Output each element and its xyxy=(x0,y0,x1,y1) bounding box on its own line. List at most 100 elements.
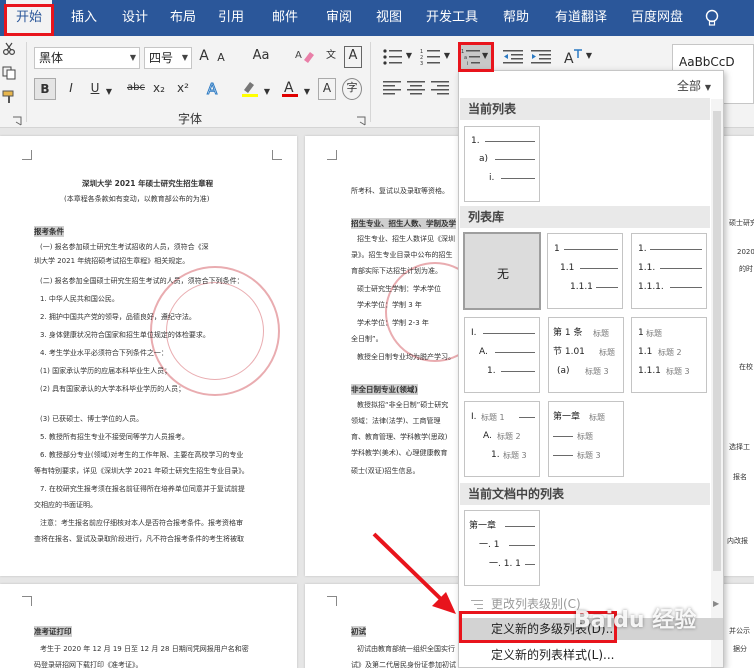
underline-button[interactable]: U xyxy=(86,78,104,100)
bullets-icon[interactable] xyxy=(382,48,404,66)
doc-title: 深圳大学 2021 年硕士研究生招生章程 xyxy=(82,179,214,188)
list-style-decimal-dotted[interactable]: 1. 1.1. 1.1.1. xyxy=(631,233,707,309)
numbering-icon[interactable]: 1 2 3 xyxy=(420,48,442,66)
list-style-article-section[interactable]: 第 1 条 标题 节 1.01 标题 (a) 标题 3 xyxy=(548,317,624,393)
page-corner-mark xyxy=(22,150,32,160)
tab-view[interactable]: 视图 xyxy=(366,0,412,36)
font-size-box[interactable]: 四号 ▼ xyxy=(144,47,192,69)
list-style-heading-decimal[interactable]: 1 标题 1.1 标题 2 1.1.1 标题 3 xyxy=(631,317,707,393)
superscript-button[interactable]: x² xyxy=(174,78,192,100)
text-effects-icon[interactable]: A xyxy=(204,78,224,99)
chevron-down-icon[interactable]: ▼ xyxy=(262,82,272,104)
format-painter-icon[interactable] xyxy=(2,90,16,104)
clipboard-launcher-icon[interactable] xyxy=(12,116,22,126)
increase-indent-icon[interactable] xyxy=(530,48,552,66)
list-filter[interactable]: 全部 ▼ xyxy=(677,77,711,94)
chevron-down-icon[interactable]: ▼ xyxy=(182,48,188,68)
font-name-box[interactable]: 黑体 ▼ xyxy=(34,47,140,69)
tab-youdao-translate[interactable]: 有道翻译 xyxy=(548,0,614,36)
align-left-icon[interactable] xyxy=(382,80,402,96)
chevron-down-icon[interactable]: ▼ xyxy=(404,46,414,68)
doc-line: 报名 xyxy=(733,473,747,481)
level-label: 一. 1 xyxy=(479,540,500,550)
align-right-icon[interactable] xyxy=(430,80,450,96)
italic-button[interactable]: I xyxy=(62,78,80,100)
doc-line: 选择工 xyxy=(729,443,750,451)
subscript-button[interactable]: x₂ xyxy=(150,78,168,100)
heading-label: 标题 xyxy=(599,348,615,357)
level-label: 1.1.1. xyxy=(638,282,664,292)
svg-text:A: A xyxy=(207,80,218,98)
chevron-down-icon[interactable]: ▼ xyxy=(104,82,114,104)
enclose-chars-button[interactable]: 字 xyxy=(342,78,362,100)
cut-icon[interactable] xyxy=(2,42,16,56)
decrease-indent-icon[interactable] xyxy=(502,48,524,66)
multilevel-list-button[interactable]: 1 a i ▼ xyxy=(458,44,492,70)
shrink-font-button[interactable]: A xyxy=(214,48,228,70)
level-rule xyxy=(564,249,618,250)
tab-mailings[interactable]: 邮件 xyxy=(262,0,308,36)
change-case-button[interactable]: Aa xyxy=(248,46,274,68)
doc-line: 码登录研招网下载打印《准考证》。 xyxy=(34,661,143,668)
tab-layout[interactable]: 布局 xyxy=(160,0,206,36)
bold-button[interactable]: B xyxy=(34,78,56,100)
tab-references[interactable]: 引用 xyxy=(208,0,254,36)
copy-icon[interactable] xyxy=(2,66,16,80)
tab-help[interactable]: 帮助 xyxy=(494,0,538,36)
chevron-down-icon[interactable]: ▼ xyxy=(302,82,312,104)
highlight-color-icon[interactable] xyxy=(240,78,260,98)
doc-line: 1. 中华人民共和国公民。 xyxy=(40,295,119,303)
chevron-down-icon[interactable]: ▼ xyxy=(442,46,452,68)
list-style-decimal-outline[interactable]: 1 1.1 1.1.1 xyxy=(547,233,623,309)
none-label: 无 xyxy=(497,267,510,281)
doc-line: 招生专业、招生人数详见《深圳 xyxy=(357,235,455,243)
heading-label: 标题 3 xyxy=(666,367,690,376)
list-style-chapter[interactable]: 第一章 标题 标题 标题 3 xyxy=(548,401,624,477)
heading-label: 标题 2 xyxy=(658,348,682,357)
list-style-none[interactable]: 无 xyxy=(463,232,541,310)
tab-home[interactable]: 开始 xyxy=(6,0,52,36)
doc-line: 交相应的书面证明。 xyxy=(34,501,97,509)
tab-developer[interactable]: 开发工具 xyxy=(420,0,484,36)
doc-line: 并公示 xyxy=(729,627,750,635)
grow-font-button[interactable]: A xyxy=(196,46,212,68)
document-list-thumb[interactable]: 第一章 一. 1 一. 1. 1 xyxy=(464,510,540,586)
level-label: I. xyxy=(471,412,477,422)
tab-design[interactable]: 设计 xyxy=(112,0,158,36)
change-list-level-label: 更改列表级别(C) xyxy=(491,597,581,611)
chevron-down-icon: ▼ xyxy=(482,51,489,60)
section-current-list: 当前列表 xyxy=(460,98,710,120)
doc-line: 育、教育管理、学科教学(思政) xyxy=(351,433,448,441)
current-list-thumb[interactable]: 1. a) i. xyxy=(464,126,540,202)
document-page-1[interactable]: 深圳大学 2021 年硕士研究生招生章程 (本章程各条款如有变动，以教育部公布的… xyxy=(0,136,297,576)
tab-review[interactable]: 审阅 xyxy=(316,0,362,36)
heading-label: 标题 3 xyxy=(577,451,601,460)
document-page-3[interactable]: 准考证打印 考生于 2020 年 12 月 19 日至 12 月 28 日期间凭… xyxy=(0,584,297,668)
tab-insert[interactable]: 插入 xyxy=(58,0,110,36)
doc-line: 硕士研究 xyxy=(729,219,754,227)
chinese-layout-icon[interactable]: A xyxy=(562,48,584,66)
level-label: 1.1.1 xyxy=(570,282,593,292)
level-label: 1. xyxy=(491,450,500,460)
char-shading-button[interactable]: A xyxy=(318,78,336,100)
chevron-down-icon[interactable]: ▼ xyxy=(130,48,136,68)
multilevel-list-dropdown[interactable]: 全部 ▼ 当前列表 1. a) i. 列表库 无 1 1.1 1.1.1 1. … xyxy=(458,70,724,668)
define-new-list-style-item[interactable]: 定义新的列表样式(L)... xyxy=(459,644,723,666)
lightbulb-icon[interactable] xyxy=(702,8,722,28)
panel-scrollbar-thumb[interactable] xyxy=(713,111,721,571)
font-color-icon[interactable]: A xyxy=(280,78,300,98)
level-rule xyxy=(485,141,535,142)
list-style-roman-outline[interactable]: I. A. 1. xyxy=(464,317,540,393)
char-border-button[interactable]: A xyxy=(344,46,362,68)
level-label: 1.1. xyxy=(638,263,656,273)
font-launcher-icon[interactable] xyxy=(356,116,366,126)
phonetic-guide-button[interactable]: 文 xyxy=(320,46,342,68)
doc-subtitle: (本章程各条款如有变动，以教育部公布的为准) xyxy=(64,195,210,203)
level-label: A. xyxy=(483,431,492,441)
list-style-heading-roman[interactable]: I. 标题 1 A. 标题 2 1. 标题 3 xyxy=(464,401,540,477)
strikethrough-button[interactable]: abc xyxy=(124,78,148,100)
clear-formatting-icon[interactable]: A xyxy=(294,46,316,66)
tab-baidu-netdisk[interactable]: 百度网盘 xyxy=(624,0,690,36)
chevron-down-icon[interactable]: ▼ xyxy=(584,46,594,68)
align-center-icon[interactable] xyxy=(406,80,426,96)
